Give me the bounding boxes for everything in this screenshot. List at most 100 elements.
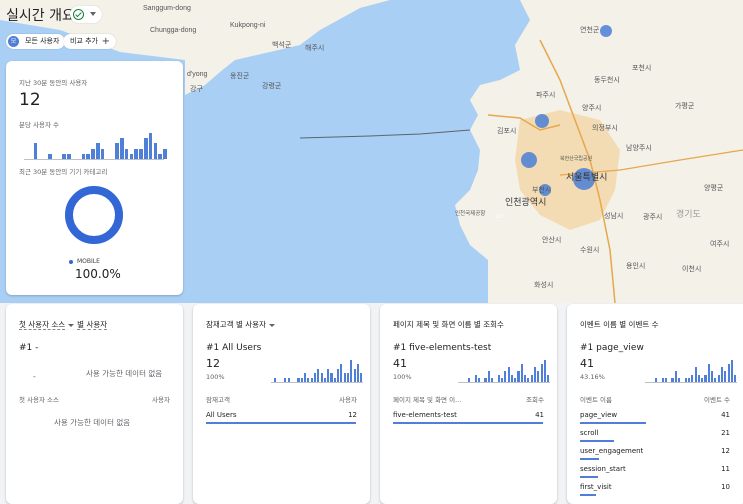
- audience-users-card: 잠재고객 별 사용자 #1 All Users 12 100% 잠재고객 사용자…: [193, 304, 370, 504]
- top-rank: #1 page_view: [580, 343, 644, 353]
- chart-bar: [520, 364, 523, 382]
- chart-baseline: [645, 382, 737, 383]
- empty-state-text: 사용 가능한 데이터 없음: [54, 418, 131, 427]
- top-rank: #1 -: [19, 343, 39, 353]
- map-label: 연천군: [580, 25, 600, 34]
- per-minute-bar-chart: [24, 133, 172, 159]
- chart-bar: [497, 375, 500, 382]
- dimension-selector[interactable]: 첫 사용자 소스: [19, 320, 66, 330]
- chart-bar: [327, 369, 330, 382]
- chart-bar: [343, 373, 346, 382]
- row-label: All Users: [206, 411, 237, 419]
- column-header-page: 페이지 제목 및 화면 이...: [393, 396, 462, 404]
- chart-bar: [730, 360, 733, 382]
- chart-bar: [120, 138, 124, 159]
- table-row[interactable]: scroll 21: [567, 427, 743, 443]
- top-value: 41: [393, 357, 407, 370]
- plus-icon: +: [101, 36, 110, 47]
- chart-baseline: [24, 159, 164, 160]
- all-users-label: 모든 사용자: [25, 37, 60, 45]
- row-share-bar: [580, 476, 598, 478]
- table-row[interactable]: first_visit 10: [567, 481, 743, 497]
- chart-bar: [96, 143, 100, 159]
- chart-bar: [537, 371, 540, 382]
- chart-bar: [504, 371, 507, 382]
- user-location-marker[interactable]: [535, 114, 549, 128]
- map-label: 광주시: [643, 213, 662, 221]
- chart-bar: [115, 143, 119, 159]
- table-row[interactable]: five-elements-test 41: [380, 409, 557, 425]
- column-header-views: 조회수: [526, 396, 544, 404]
- chart-bar: [474, 375, 477, 382]
- row-share-bar: [580, 494, 596, 496]
- chart-bar: [317, 369, 320, 382]
- row-share-bar: [580, 422, 646, 424]
- chart-bar: [304, 373, 307, 382]
- status-dropdown[interactable]: [70, 6, 102, 23]
- row-label: five-elements-test: [393, 411, 457, 419]
- column-header-count: 이벤트 수: [704, 396, 730, 404]
- row-value: 12: [348, 411, 357, 419]
- map-label: 양주시: [582, 104, 601, 112]
- chart-bar: [543, 360, 546, 382]
- card-title[interactable]: 첫 사용자 소스 별 사용자: [19, 319, 108, 330]
- table-row[interactable]: user_engagement 12: [567, 445, 743, 461]
- chart-bar: [337, 369, 340, 382]
- table-row[interactable]: All Users 12: [193, 409, 370, 425]
- device-category-label: 최근 30분 동안의 기기 카테고리: [19, 168, 108, 176]
- row-value: 41: [721, 411, 730, 419]
- add-comparison-button[interactable]: 비교 추가 +: [63, 34, 116, 49]
- map-label: 강구: [190, 84, 203, 93]
- card-title-suffix: 별 사용자: [77, 320, 108, 330]
- table-row[interactable]: page_view 41: [567, 409, 743, 425]
- column-header-users: 사용자: [152, 396, 170, 404]
- chevron-down-icon[interactable]: [268, 323, 275, 327]
- user-location-marker[interactable]: [600, 25, 612, 37]
- chart-bar: [91, 149, 95, 159]
- all-users-badge: 모: [8, 36, 19, 47]
- column-header-source: 첫 사용자 소스: [19, 396, 60, 404]
- chart-bar: [510, 375, 513, 382]
- chevron-down-icon: [90, 12, 96, 16]
- chart-bar: [340, 364, 343, 382]
- map-label: 여주시: [710, 239, 729, 248]
- card-title: 이벤트 이름 별 이벤트 수: [580, 319, 659, 330]
- chart-bar: [711, 371, 714, 382]
- chart-bar: [724, 371, 727, 382]
- map-label: 인천광역시: [505, 196, 546, 207]
- row-label: user_engagement: [580, 447, 644, 455]
- map-label: 경기도: [676, 208, 701, 219]
- map-label: 수원시: [580, 245, 599, 254]
- chart-bar: [134, 149, 138, 159]
- top-percent: 100%: [206, 373, 225, 381]
- donut-slice-mobile: [65, 186, 123, 244]
- chart-bar: [540, 364, 543, 382]
- map-label: 해주시: [305, 43, 324, 52]
- chart-bar: [717, 375, 720, 382]
- page-title: 실시간 개요: [6, 8, 75, 24]
- chart-bar: [707, 364, 710, 382]
- chart-bar: [124, 149, 129, 159]
- chart-bar: [547, 375, 550, 382]
- realtime-users-card: 지난 30분 동안의 사용자 12 분당 사용자 수 최근 30분 동안의 기기…: [6, 61, 183, 295]
- map-label: 용인시: [626, 261, 645, 270]
- row-value: 21: [721, 429, 730, 437]
- users-count: 12: [19, 90, 41, 110]
- row-value: 12: [721, 447, 730, 455]
- device-name: MOBILE: [77, 258, 100, 265]
- card-title[interactable]: 잠재고객 별 사용자: [206, 319, 278, 330]
- column-header-audience: 잠재고객: [206, 396, 230, 404]
- row-share-bar: [580, 440, 614, 442]
- first-user-source-card: 첫 사용자 소스 별 사용자 #1 - 사용 가능한 데이터 없음 - 첫 사용자…: [6, 304, 183, 504]
- table-row[interactable]: session_start 11: [567, 463, 743, 479]
- top-value: 41: [580, 357, 594, 370]
- map-label: 옹진군: [230, 71, 250, 80]
- chart-bar: [524, 375, 527, 382]
- user-location-marker[interactable]: [521, 152, 537, 168]
- map-label: 양평군: [704, 183, 724, 192]
- top-percent: 43.16%: [580, 373, 605, 381]
- row-label: scroll: [580, 429, 599, 437]
- device-legend: MOBILE: [69, 258, 100, 265]
- chart-bar: [163, 149, 167, 159]
- all-users-chip[interactable]: 모 모든 사용자: [6, 34, 66, 49]
